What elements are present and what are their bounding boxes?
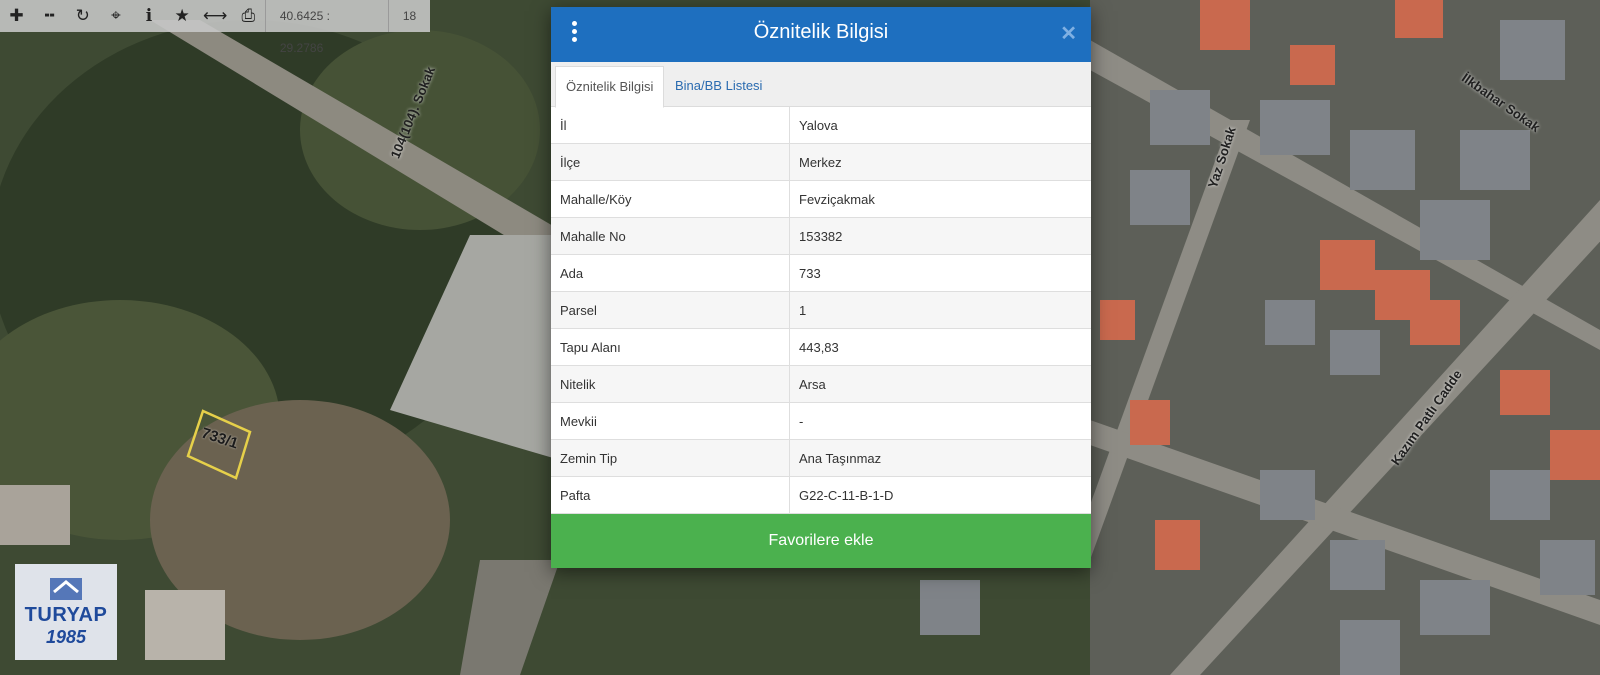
modal-header: Öznitelik Bilgisi ✕ (551, 7, 1091, 62)
row-key: Parsel (551, 291, 790, 329)
row-key: Ada (551, 254, 790, 292)
print-icon[interactable]: ⎙ (232, 0, 265, 32)
tab-attribute-info[interactable]: Öznitelik Bilgisi (555, 66, 665, 108)
favorites-icon[interactable]: ★ (166, 0, 199, 32)
table-row: Zemin Tip Ana Taşınmaz (551, 439, 1091, 477)
logo-year: 1985 (45, 627, 87, 647)
row-key: Mevkii (551, 402, 790, 440)
table-row: Tapu Alanı 443,83 (551, 328, 1091, 366)
row-value: - (789, 402, 1091, 440)
table-row: İl Yalova (551, 107, 1091, 144)
locate-icon[interactable]: ⌖ (99, 0, 132, 32)
table-row: Nitelik Arsa (551, 365, 1091, 403)
row-key: Nitelik (551, 365, 790, 403)
attribute-table: İl Yalova İlçe Merkez Mahalle/Köy Fevziçakm… (551, 107, 1091, 514)
add-to-favorites-button[interactable]: Favorilere ekle (551, 514, 1091, 568)
row-key: Tapu Alanı (551, 328, 790, 366)
zoom-in-icon[interactable]: ✚ (0, 0, 33, 32)
logo-word: TURYAP (24, 604, 108, 626)
row-key: Mahalle/Köy (551, 180, 790, 218)
modal-title: Öznitelik Bilgisi (753, 21, 889, 43)
close-icon[interactable]: ✕ (1060, 21, 1077, 46)
row-key: İl (551, 107, 790, 144)
tab-building-list[interactable]: Bina/BB Listesi (665, 66, 772, 106)
row-value: Yalova (789, 107, 1091, 144)
row-key: Pafta (551, 476, 790, 514)
table-row: Mahalle No 153382 (551, 217, 1091, 255)
row-value: 733 (789, 254, 1091, 292)
row-value: G22-C-11-B-1-D (789, 476, 1091, 514)
coordinates-readout: 40.6425 : 29.2786 (264, 0, 388, 55)
measure-icon[interactable]: ⟷ (199, 0, 232, 32)
row-value: Fevziçakmak (789, 180, 1091, 218)
table-row: Mevkii - (551, 402, 1091, 440)
info-icon[interactable]: i (132, 0, 165, 32)
table-row: Mahalle/Köy Fevziçakmak (551, 180, 1091, 218)
row-value: Arsa (789, 365, 1091, 403)
zoom-out-icon[interactable]: ╍ (33, 0, 66, 32)
row-value: 443,83 (789, 328, 1091, 366)
table-row: İlçe Merkez (551, 143, 1091, 181)
attribute-info-modal: Öznitelik Bilgisi ✕ Öznitelik Bilgisi Bi… (551, 7, 1091, 568)
row-value: Ana Taşınmaz (789, 439, 1091, 477)
table-row: Pafta G22-C-11-B-1-D (551, 476, 1091, 514)
row-key: İlçe (551, 143, 790, 181)
table-row: Parsel 1 (551, 291, 1091, 329)
refresh-icon[interactable]: ↻ (66, 0, 99, 32)
row-key: Zemin Tip (551, 439, 790, 477)
row-value: 1 (789, 291, 1091, 329)
modal-tabs: Öznitelik Bilgisi Bina/BB Listesi (551, 62, 1091, 108)
table-row: Ada 733 (551, 254, 1091, 292)
row-value: Merkez (789, 143, 1091, 181)
logo-mark-icon (50, 578, 82, 600)
row-key: Mahalle No (551, 217, 790, 255)
row-value: 153382 (789, 217, 1091, 255)
turyap-logo: TURYAP 1985 (15, 564, 117, 660)
zoom-level: 18 (388, 0, 430, 32)
map-toolbar: ✚ ╍ ↻ ⌖ i ★ ⟷ ⎙ 40.6425 : 29.2786 18 (0, 0, 430, 55)
